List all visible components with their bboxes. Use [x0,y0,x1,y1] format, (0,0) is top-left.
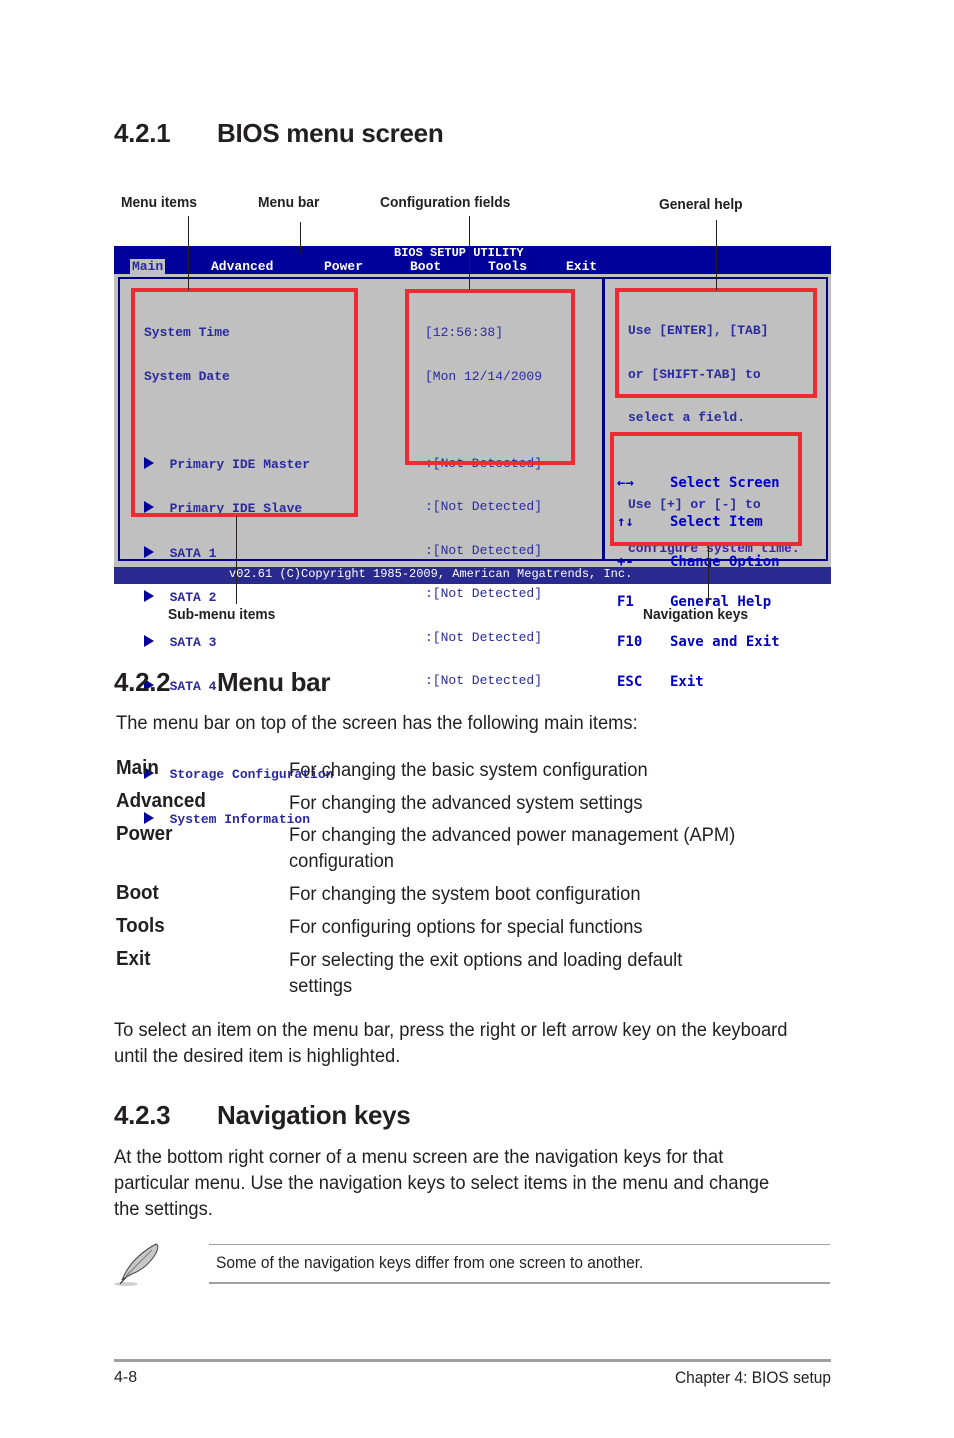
term-power: Power [116,823,173,845]
bios-menu-tools[interactable]: Tools [488,259,527,274]
desc-tools: For configuring options for special func… [289,916,643,938]
term-tools: Tools [116,915,165,937]
bios-copyright: v02.61 (C)Copyright 1985-2009, American … [229,567,633,581]
section-number: 4.2.2 [114,667,171,697]
bios-submenu[interactable]: SATA 2 [144,590,333,606]
desc-exit-cont: settings [289,975,353,997]
highlight-general-help [615,288,817,398]
desc-power: For changing the advanced power manageme… [289,824,736,846]
bios-menu-boot[interactable]: Boot [410,259,441,274]
page-footer-rule [114,1359,831,1362]
callout-menu-items: Menu items [121,194,197,211]
nav-paragraph-line1: At the bottom right corner of a menu scr… [114,1146,724,1168]
submenu-arrow-icon [144,811,154,824]
leader-line [708,546,709,604]
section-title: BIOS menu screen [217,118,444,148]
leader-line [716,220,717,290]
desc-boot: For changing the system boot configurati… [289,883,641,905]
feather-pen-icon [112,1240,168,1288]
section-heading-4-2-2: 4.2.2 Menu bar [114,667,614,699]
bios-menu-bar: BIOS SETUP UTILITY Main Advanced Power B… [114,246,831,274]
callout-menu-bar: Menu bar [258,194,320,211]
submenu-arrow-icon [144,545,154,558]
term-exit: Exit [116,948,151,970]
nav-key-row: F10 Save and Exit [617,634,780,651]
select-paragraph-line1: To select an item on the menu bar, press… [114,1019,788,1041]
submenu-arrow-icon [144,634,154,647]
section-heading-4-2-3: 4.2.3 Navigation keys [114,1100,614,1132]
desc-exit: For selecting the exit options and loadi… [289,949,683,971]
callout-general-help: General help [659,196,743,213]
field-value: :[Not Detected] [425,629,543,645]
submenu-arrow-icon [144,590,154,602]
term-advanced: Advanced [116,790,206,812]
nav-paragraph-line3: the settings. [114,1198,213,1220]
note-bottom-rule [209,1282,830,1284]
term-main: Main [116,757,159,779]
bios-panel-divider [602,277,605,561]
bios-submenu[interactable]: SATA 3 [144,634,333,651]
bios-menu-main[interactable]: Main [130,259,166,274]
bios-menu-power[interactable]: Power [324,259,363,274]
page-number: 4-8 [114,1369,138,1386]
callout-sub-menu-items: Sub-menu items [168,606,276,623]
chapter-label: Chapter 4: BIOS setup [674,1369,831,1387]
bios-copyright-bar: v02.61 (C)Copyright 1985-2009, American … [114,567,831,584]
callout-navigation-keys: Navigation keys [643,606,749,623]
select-paragraph-line2: until the desired item is highlighted. [114,1045,401,1067]
section-number: 4.2.1 [114,118,171,148]
highlight-config-fields [405,289,575,465]
leader-line [300,222,301,254]
section-number: 4.2.3 [114,1100,171,1130]
menu-bar-intro: The menu bar on top of the screen has th… [116,712,638,734]
bios-title: BIOS SETUP UTILITY [394,246,524,260]
note-text: Some of the navigation keys differ from … [216,1254,644,1272]
desc-advanced: For changing the advanced system setting… [289,792,643,814]
desc-main: For changing the basic system configurat… [289,759,648,781]
bios-menu-advanced[interactable]: Advanced [211,259,273,274]
note-top-rule [209,1244,830,1245]
nav-paragraph-line2: particular menu. Use the navigation keys… [114,1172,770,1194]
section-title: Menu bar [217,667,331,697]
highlight-menu-items [131,288,358,517]
callout-config-fields: Configuration fields [380,194,511,211]
field-value: :[Not Detected] [425,542,543,558]
section-heading-4-2-1: 4.2.1 BIOS menu screen [114,118,614,150]
term-boot: Boot [116,882,159,904]
section-title: Navigation keys [217,1100,411,1130]
bios-submenu[interactable]: SATA 1 [144,545,333,562]
nav-key-row: ESC Exit [617,674,704,691]
bios-menu-exit[interactable]: Exit [566,259,597,274]
highlight-navigation-keys [610,432,802,546]
leader-line [188,216,189,290]
desc-power-cont: configuration [289,850,394,872]
leader-line [469,216,470,290]
leader-line [236,516,237,604]
field-value: :[Not Detected] [425,499,543,514]
field-value: :[Not Detected] [425,586,543,601]
